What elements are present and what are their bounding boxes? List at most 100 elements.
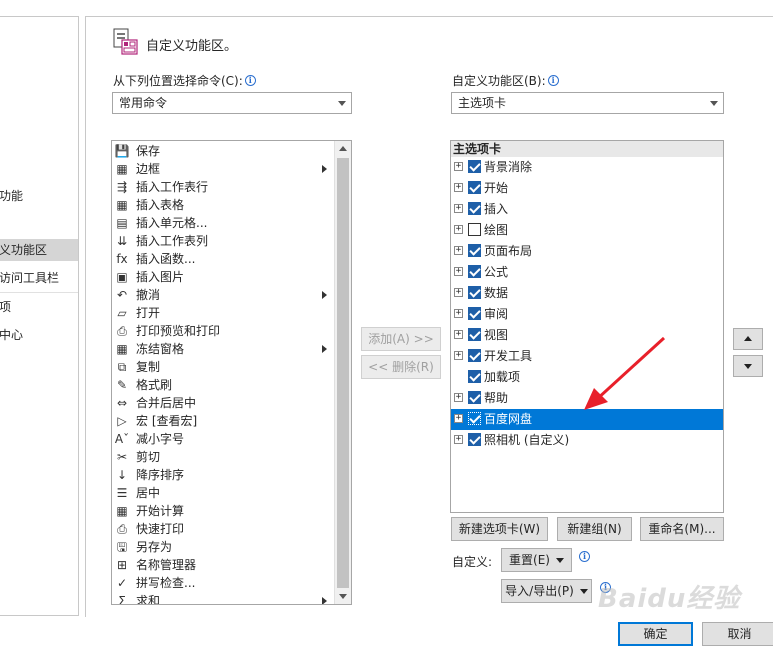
move-up-button[interactable]: [733, 328, 763, 350]
command-list-item[interactable]: ▣ 插入图片: [112, 268, 334, 286]
command-label: 居中: [136, 486, 161, 500]
command-list-item[interactable]: 💾 保存: [112, 142, 334, 160]
tab-checkbox[interactable]: [468, 349, 481, 362]
tree-row[interactable]: + 公式: [451, 262, 723, 283]
commands-from-select[interactable]: 常用命令: [112, 92, 352, 114]
command-list-item[interactable]: ↶ 撤消: [112, 286, 334, 304]
command-list-item[interactable]: ▱ 打开: [112, 304, 334, 322]
tab-checkbox[interactable]: [468, 433, 481, 446]
command-label: 边框: [136, 162, 161, 176]
expand-icon[interactable]: +: [454, 351, 463, 360]
expand-icon[interactable]: +: [454, 288, 463, 297]
tab-checkbox[interactable]: [468, 223, 481, 236]
command-list-item[interactable]: ⇊ 插入工作表列: [112, 232, 334, 250]
tree-row[interactable]: + 开始: [451, 178, 723, 199]
rename-button[interactable]: 重命名(M)...: [640, 517, 724, 541]
expand-icon[interactable]: +: [454, 330, 463, 339]
tree-row[interactable]: + 审阅: [451, 304, 723, 325]
command-list-item[interactable]: ⊞ 名称管理器: [112, 556, 334, 574]
nav-item-quick-access-toolbar[interactable]: 访问工具栏: [0, 267, 78, 289]
tab-checkbox[interactable]: [468, 265, 481, 278]
tree-row[interactable]: + 绘图: [451, 220, 723, 241]
tree-row[interactable]: + 页面布局: [451, 241, 723, 262]
command-list-item[interactable]: 🖫 另存为: [112, 538, 334, 556]
tree-row[interactable]: + 插入: [451, 199, 723, 220]
nav-item-trust-center[interactable]: 中心: [0, 324, 78, 346]
expand-icon[interactable]: +: [454, 435, 463, 444]
command-list-item[interactable]: ▦ 开始计算: [112, 502, 334, 520]
command-list-item[interactable]: ▦ 冻结窗格: [112, 340, 334, 358]
command-label: 插入工作表列: [136, 234, 209, 248]
info-icon[interactable]: i: [244, 75, 256, 86]
command-list-item[interactable]: Σ 求和: [112, 592, 334, 604]
ok-button[interactable]: 确定: [618, 622, 693, 646]
tab-checkbox[interactable]: [468, 160, 481, 173]
format-painter-icon: ✎: [116, 378, 128, 392]
nav-item-general[interactable]: 功能: [0, 185, 78, 207]
tab-checkbox[interactable]: [468, 412, 481, 425]
import-export-button[interactable]: 导入/导出(P): [501, 579, 592, 603]
tab-checkbox[interactable]: [468, 370, 481, 383]
command-list-item[interactable]: ⎙ 快速打印: [112, 520, 334, 538]
reset-button[interactable]: 重置(E): [501, 548, 572, 572]
scroll-down-icon[interactable]: [335, 588, 351, 604]
command-list-scrollbar[interactable]: [334, 141, 351, 604]
expand-icon[interactable]: +: [454, 246, 463, 255]
tree-row[interactable]: + 数据: [451, 283, 723, 304]
scroll-up-icon[interactable]: [335, 141, 351, 157]
command-list-item[interactable]: Aˇ 减小字号: [112, 430, 334, 448]
new-tab-button[interactable]: 新建选项卡(W): [451, 517, 548, 541]
command-list-item[interactable]: ▤ 插入单元格...: [112, 214, 334, 232]
command-list-item[interactable]: ⇶ 插入工作表行: [112, 178, 334, 196]
customize-ribbon-select[interactable]: 主选项卡: [451, 92, 724, 114]
ribbon-tab-tree[interactable]: 主选项卡 + 背景消除 + 开始 + 插入 + 绘图 + 页面布局 + 公式 + 数据 + 审阅 + 视图 + 开发工…: [450, 140, 724, 513]
command-list-item[interactable]: ✎ 格式刷: [112, 376, 334, 394]
tab-checkbox[interactable]: [468, 391, 481, 404]
nav-item-customize-ribbon[interactable]: 义功能区: [0, 239, 78, 261]
nav-item-add-ins[interactable]: 项: [0, 296, 78, 318]
tab-checkbox[interactable]: [468, 286, 481, 299]
expand-icon[interactable]: +: [454, 309, 463, 318]
expand-icon[interactable]: +: [454, 225, 463, 234]
expand-icon[interactable]: +: [454, 393, 463, 402]
command-list-item[interactable]: ☰ 居中: [112, 484, 334, 502]
tree-row[interactable]: + 照相机 (自定义): [451, 430, 723, 451]
commands-from-value: 常用命令: [119, 96, 168, 110]
command-list-item[interactable]: ▦ 边框: [112, 160, 334, 178]
add-button[interactable]: 添加(A) >>: [361, 327, 441, 351]
tab-checkbox[interactable]: [468, 181, 481, 194]
info-icon[interactable]: i: [579, 551, 590, 562]
scroll-thumb[interactable]: [337, 158, 349, 588]
command-list-item[interactable]: ▦ 插入表格: [112, 196, 334, 214]
move-down-button[interactable]: [733, 355, 763, 377]
cancel-button[interactable]: 取消: [702, 622, 773, 646]
command-list[interactable]: 💾 保存 ▦ 边框 ⇶ 插入工作表行 ▦ 插入表格 ▤ 插入单元格... ⇊ 插入工作表列 fx 插入函数…: [111, 140, 352, 605]
command-list-item[interactable]: ⎙ 打印预览和打印: [112, 322, 334, 340]
tree-row-label: 加载项: [484, 370, 521, 384]
command-list-item[interactable]: ✓ 拼写检查...: [112, 574, 334, 592]
expand-icon[interactable]: +: [454, 204, 463, 213]
remove-button[interactable]: << 删除(R): [361, 355, 441, 379]
expand-icon[interactable]: +: [454, 414, 463, 423]
command-list-item[interactable]: ⧉ 复制: [112, 358, 334, 376]
tab-checkbox[interactable]: [468, 244, 481, 257]
command-list-item[interactable]: ✂ 剪切: [112, 448, 334, 466]
info-icon[interactable]: i: [547, 75, 559, 86]
copy-icon: ⧉: [117, 360, 127, 374]
command-list-item[interactable]: ▷ 宏 [查看宏]: [112, 412, 334, 430]
command-list-item[interactable]: ⇔ 合并后居中: [112, 394, 334, 412]
command-list-item[interactable]: ↓ 降序排序: [112, 466, 334, 484]
tab-checkbox[interactable]: [468, 307, 481, 320]
left-nav-pane: 功能 义功能区 访问工具栏 项 中心: [0, 16, 79, 616]
expand-icon[interactable]: +: [454, 183, 463, 192]
tab-checkbox[interactable]: [468, 328, 481, 341]
tree-row[interactable]: + 背景消除: [451, 157, 723, 178]
expand-icon[interactable]: +: [454, 162, 463, 171]
tab-checkbox[interactable]: [468, 202, 481, 215]
expand-icon[interactable]: +: [454, 267, 463, 276]
new-group-button[interactable]: 新建组(N): [557, 517, 632, 541]
command-label: 插入工作表行: [136, 180, 209, 194]
import-export-label: 导入/导出(P): [505, 584, 574, 598]
command-list-item[interactable]: fx 插入函数...: [112, 250, 334, 268]
customizations-label: 自定义:: [452, 555, 493, 569]
